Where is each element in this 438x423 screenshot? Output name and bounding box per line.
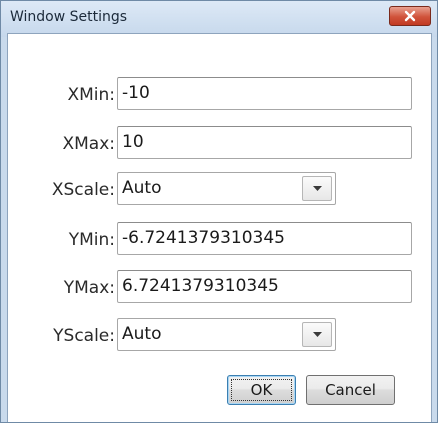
chevron-down-icon — [312, 332, 322, 337]
xmax-input[interactable]: 10 — [117, 126, 412, 159]
ymax-input[interactable]: 6.7241379310345 — [117, 270, 412, 303]
ymin-label: YMin: — [68, 230, 115, 250]
yscale-select[interactable]: Auto — [117, 318, 336, 351]
xmin-row: XMin: -10 — [8, 77, 431, 113]
chevron-down-icon — [312, 186, 322, 191]
ok-button[interactable]: OK — [227, 375, 296, 405]
title-bar[interactable]: Window Settings — [1, 1, 437, 37]
yscale-row: YScale: Auto — [8, 318, 431, 354]
xscale-row: XScale: Auto — [8, 172, 431, 208]
dialog-title: Window Settings — [10, 9, 128, 25]
xmin-input[interactable]: -10 — [117, 77, 412, 110]
close-icon — [404, 10, 416, 22]
focus-ring — [231, 379, 292, 401]
dialog-body: XMin: -10 XMax: 10 XScale: Auto YMin: -6… — [7, 33, 432, 422]
cancel-button-label: Cancel — [325, 381, 376, 399]
close-button[interactable] — [389, 6, 431, 26]
ymax-label: YMax: — [63, 278, 115, 298]
xscale-select[interactable]: Auto — [117, 172, 336, 205]
xmax-label: XMax: — [62, 134, 115, 154]
ymin-row: YMin: -6.7241379310345 — [8, 222, 431, 258]
ymax-row: YMax: 6.7241379310345 — [8, 270, 431, 306]
cancel-button[interactable]: Cancel — [306, 375, 395, 405]
yscale-label: YScale: — [53, 326, 115, 346]
xscale-value: Auto — [122, 178, 162, 198]
window-settings-dialog: Window Settings XMin: -10 XMax: 10 XScal… — [0, 0, 438, 423]
yscale-value: Auto — [122, 324, 162, 344]
ymin-input[interactable]: -6.7241379310345 — [117, 222, 412, 255]
xmax-row: XMax: 10 — [8, 126, 431, 162]
xscale-label: XScale: — [51, 180, 115, 200]
yscale-dropdown-button[interactable] — [302, 322, 332, 347]
xscale-dropdown-button[interactable] — [302, 176, 332, 201]
xmin-label: XMin: — [67, 85, 115, 105]
